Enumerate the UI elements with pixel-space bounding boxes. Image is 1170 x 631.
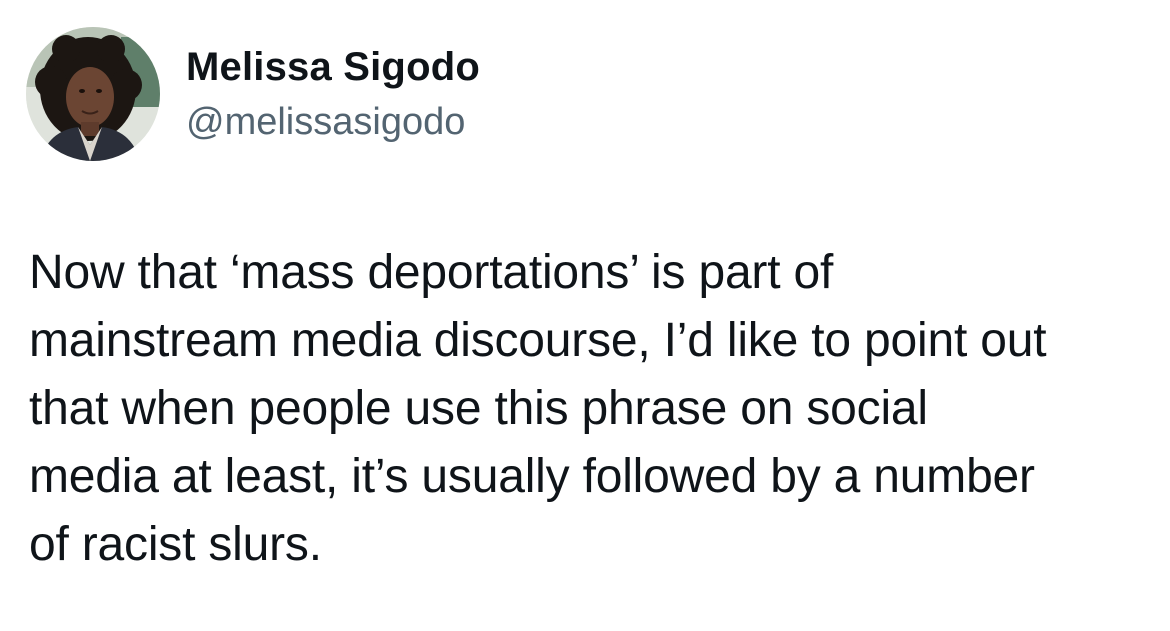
author-identity: Melissa Sigodo @melissasigodo (186, 43, 480, 145)
user-handle[interactable]: @melissasigodo (186, 99, 480, 145)
display-name[interactable]: Melissa Sigodo (186, 43, 480, 91)
tweet-body-text: Now that ‘mass deportations’ is part of … (29, 246, 1047, 571)
profile-photo-icon (26, 27, 160, 161)
avatar[interactable] (26, 27, 160, 161)
tweet-card: Melissa Sigodo @melissasigodo Now that ‘… (0, 0, 1170, 631)
tweet-header: Melissa Sigodo @melissasigodo (26, 27, 480, 161)
